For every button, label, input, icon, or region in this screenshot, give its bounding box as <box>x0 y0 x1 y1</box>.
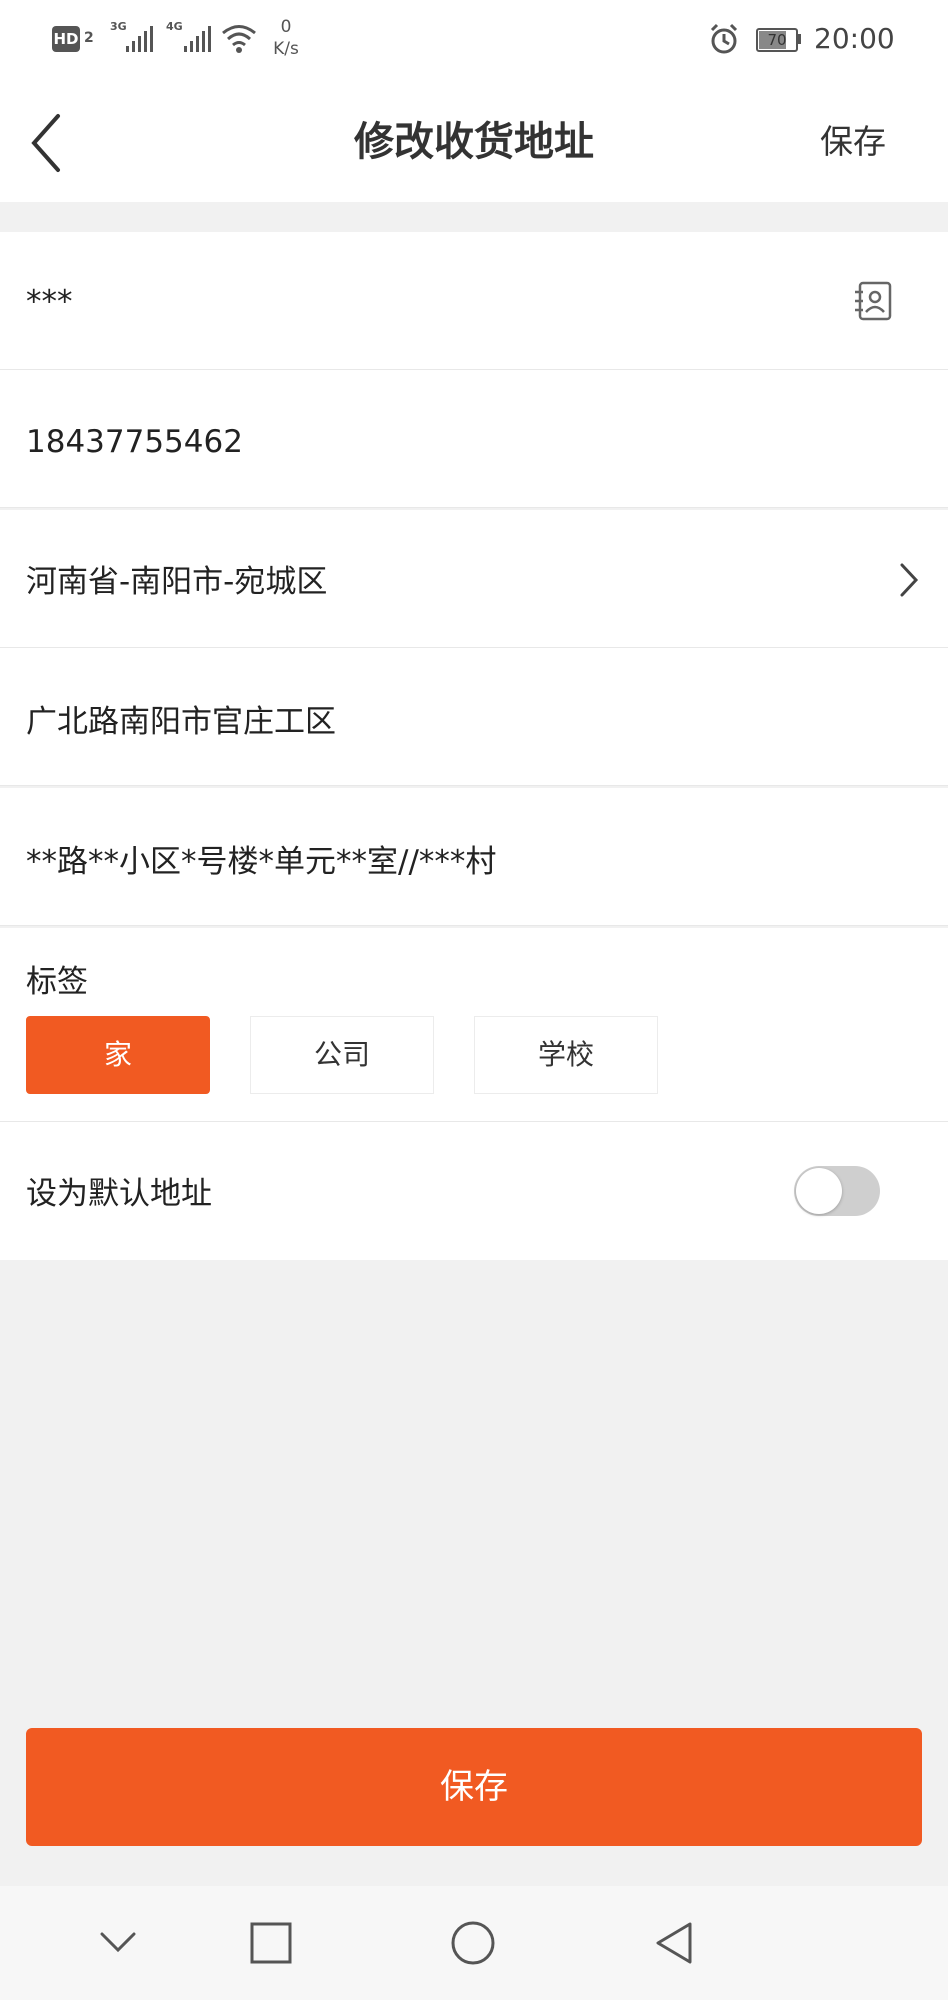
street-field[interactable]: 广北路南阳市官庄工区 <box>26 702 336 742</box>
network-speed: 0 K/s <box>266 16 306 60</box>
wifi-icon <box>222 25 256 53</box>
circle-icon[interactable] <box>448 1918 498 1968</box>
battery-icon: 70 <box>756 28 798 52</box>
battery-level: 70 <box>767 31 787 49</box>
signal-bars-icon <box>126 26 153 52</box>
name-field-row[interactable] <box>0 232 948 370</box>
tag-label: 标签 <box>26 964 88 1000</box>
name-field[interactable]: *** <box>26 282 73 322</box>
triangle-back-icon[interactable] <box>652 1920 696 1966</box>
default-address-label: 设为默认地址 <box>26 1176 212 1212</box>
network-speed-value: 0 <box>280 17 292 37</box>
phone-field[interactable]: 18437755462 <box>26 422 243 462</box>
alarm-icon <box>710 23 738 54</box>
chevron-right-icon[interactable] <box>896 560 922 600</box>
battery-nub <box>797 34 801 44</box>
contact-book-icon[interactable] <box>852 280 894 322</box>
save-button[interactable]: 保存 <box>26 1728 922 1846</box>
square-icon[interactable] <box>248 1920 294 1966</box>
tag-home-button[interactable]: 家 <box>26 1016 210 1094</box>
page-title: 修改收货地址 <box>354 119 594 165</box>
tag-school-button[interactable]: 学校 <box>474 1016 658 1094</box>
detail-address-field[interactable]: **路**小区*号楼*单元**室//***村 <box>26 842 496 882</box>
region-field[interactable]: 河南省-南阳市-宛城区 <box>26 562 327 602</box>
network-speed-unit: K/s <box>273 39 299 59</box>
save-top-button[interactable]: 保存 <box>820 116 886 168</box>
hd-sub-label: 2 <box>84 30 94 46</box>
network-4g-label: 4G <box>166 20 183 33</box>
tag-company-button[interactable]: 公司 <box>250 1016 434 1094</box>
chevron-down-icon[interactable] <box>96 1924 140 1960</box>
hd-badge: HD <box>52 26 80 52</box>
clock: 20:00 <box>814 22 895 55</box>
toggle-knob <box>796 1168 842 1214</box>
signal-bars-2-icon <box>184 26 211 52</box>
network-3g-label: 3G <box>110 20 127 33</box>
default-address-toggle[interactable] <box>794 1166 880 1216</box>
